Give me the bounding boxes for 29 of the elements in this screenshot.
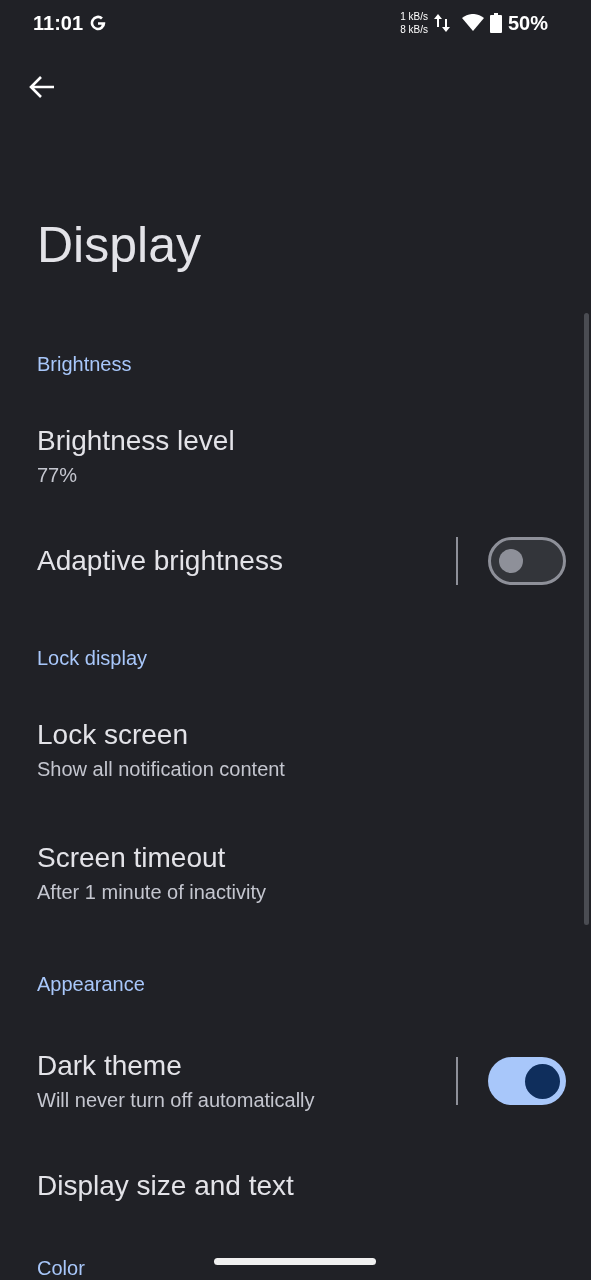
battery-percentage: 50%	[507, 10, 548, 36]
page-title: Display	[37, 216, 201, 275]
toggle-switch[interactable]	[488, 537, 566, 585]
section-header: Brightness	[37, 353, 132, 375]
setting-summary: Show all notification content	[37, 757, 286, 782]
setting-title[interactable]: Display size and text	[37, 1167, 566, 1205]
setting-summary: Will never turn off automatically	[37, 1088, 316, 1113]
setting-title[interactable]: Lock screen	[37, 716, 566, 754]
section-header: Appearance	[37, 973, 145, 995]
vertical-divider	[456, 1057, 458, 1105]
network-download-speed: 8 kB/s	[400, 22, 428, 36]
setting-summary: After 1 minute of inactivity	[37, 880, 267, 905]
section-header: Color	[37, 1257, 85, 1279]
vertical-divider	[456, 537, 458, 585]
g-logo-icon	[89, 13, 108, 32]
back-arrow-icon[interactable]	[29, 75, 55, 99]
navigation-handle[interactable]	[214, 1258, 376, 1265]
section-header: Lock display	[37, 647, 148, 669]
toggle-switch[interactable]	[488, 1057, 566, 1105]
battery-icon	[489, 12, 502, 33]
setting-title[interactable]: Dark theme	[37, 1047, 456, 1085]
wifi-icon	[461, 13, 484, 32]
network-upload-speed: 1 kB/s	[400, 9, 428, 23]
setting-title[interactable]: Adaptive brightness	[37, 542, 456, 580]
setting-title[interactable]: Brightness level	[37, 422, 566, 460]
status-time: 11:01	[33, 10, 84, 36]
data-arrows-icon	[433, 12, 450, 33]
setting-title[interactable]: Screen timeout	[37, 839, 566, 877]
setting-summary: 77%	[37, 463, 79, 488]
